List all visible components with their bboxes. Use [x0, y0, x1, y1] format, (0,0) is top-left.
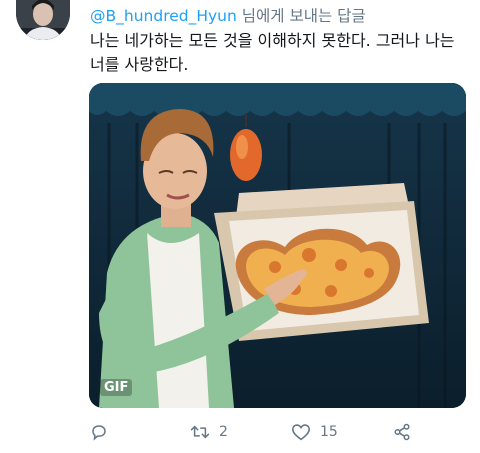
replying-to-handle[interactable]: @B_hundred_Hyun — [90, 7, 237, 25]
avatar-image — [16, 0, 70, 40]
like-button[interactable]: 15 — [291, 420, 338, 444]
share-button[interactable] — [393, 420, 411, 444]
heart-icon — [291, 423, 311, 441]
share-icon — [393, 423, 411, 441]
tweet-media-gif[interactable]: GIF — [89, 83, 466, 408]
tweet-text: 나는 네가하는 모든 것을 이해하지 못한다. 그러나 나는 너를 사랑한다. — [90, 31, 455, 74]
gif-badge: GIF — [100, 379, 133, 396]
gif-frame — [89, 83, 466, 408]
retweet-button[interactable]: 2 — [190, 420, 228, 444]
reply-context: @B_hundred_Hyun 님에게 보내는 답글 — [90, 4, 366, 26]
tweet-actions: 2 15 — [90, 420, 420, 444]
reply-button[interactable] — [90, 420, 108, 444]
like-count: 15 — [320, 424, 338, 440]
reply-label: 님에게 보내는 답글 — [236, 7, 366, 25]
avatar[interactable] — [16, 0, 70, 40]
comment-icon — [90, 423, 108, 441]
retweet-icon — [190, 423, 210, 441]
retweet-count: 2 — [219, 424, 228, 440]
